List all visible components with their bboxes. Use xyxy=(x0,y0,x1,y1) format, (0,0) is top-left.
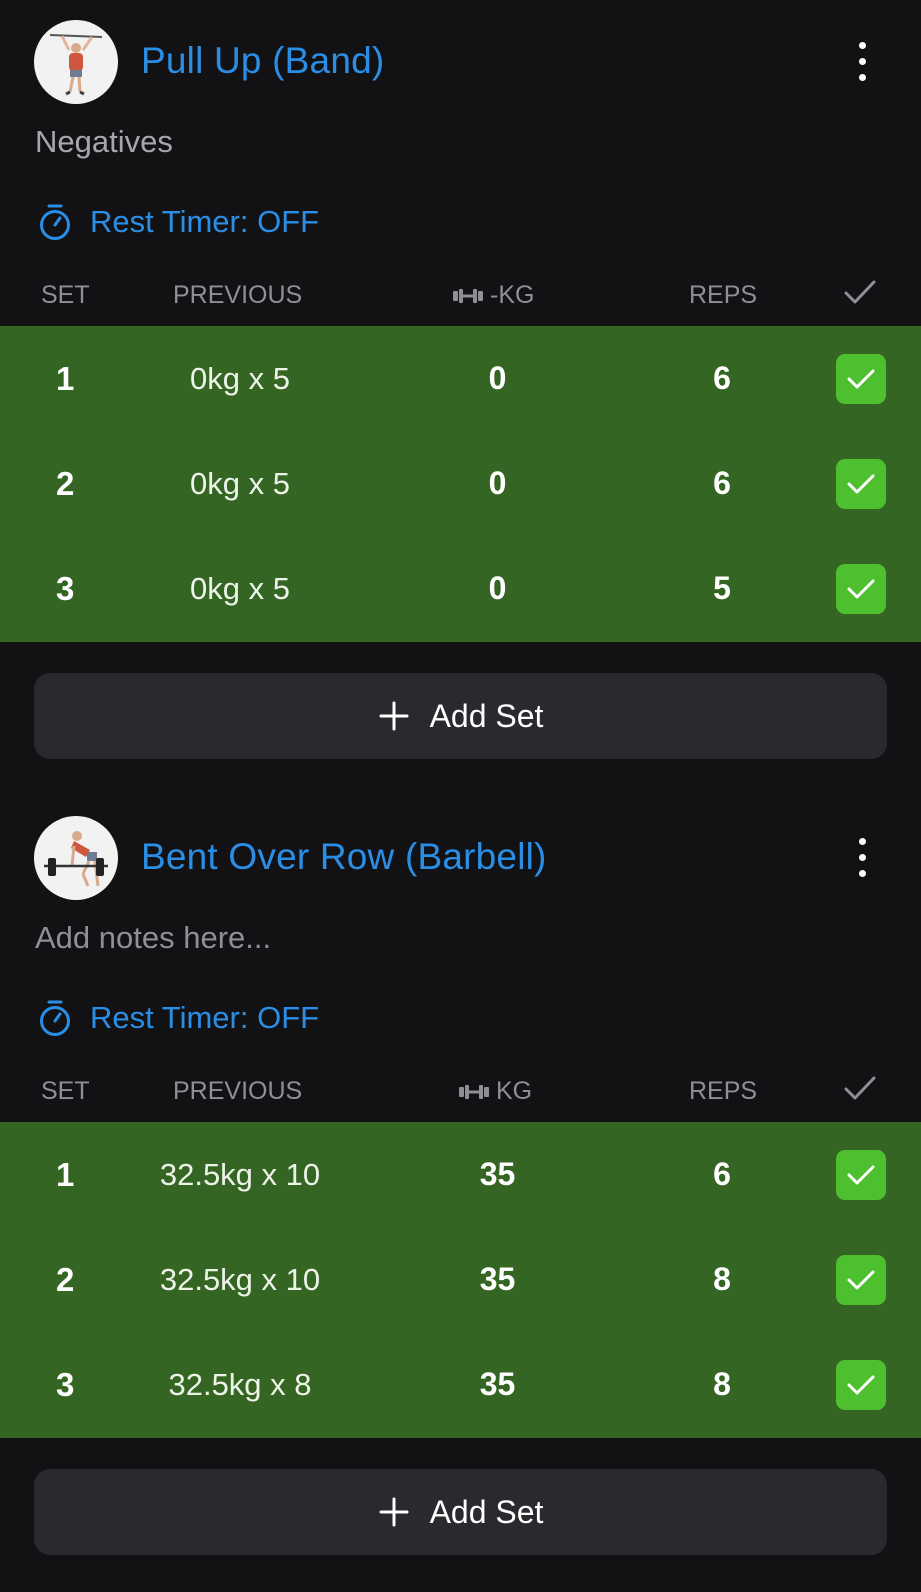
column-set: SET xyxy=(41,281,90,309)
set-complete-checkbox[interactable] xyxy=(836,1255,886,1305)
set-complete-checkbox[interactable] xyxy=(836,354,886,404)
stopwatch-icon xyxy=(40,204,70,240)
column-weight: KG xyxy=(458,1077,532,1106)
set-weight-input[interactable]: 0 xyxy=(430,431,565,536)
set-previous[interactable]: 32.5kg x 10 xyxy=(120,1122,360,1227)
set-reps-input[interactable]: 6 xyxy=(658,431,786,536)
set-number[interactable]: 3 xyxy=(40,1332,92,1437)
exercise-card-bent-over-row: Bent Over Row (Barbell) Add notes here..… xyxy=(0,798,921,1592)
sets-column-header: SET PREVIOUS KG REPS xyxy=(0,1071,921,1115)
column-weight-label: KG xyxy=(496,1077,533,1105)
set-weight-input[interactable]: 0 xyxy=(430,326,565,431)
set-previous[interactable]: 0kg x 5 xyxy=(120,326,360,431)
exercise-title[interactable]: Bent Over Row (Barbell) xyxy=(141,836,547,878)
exercise-card-pull-up: Pull Up (Band) Negatives Rest Timer: OFF… xyxy=(0,0,921,798)
set-row: 3 0kg x 5 0 5 xyxy=(0,536,921,641)
pull-up-illustration-icon xyxy=(49,34,103,96)
set-previous[interactable]: 0kg x 5 xyxy=(120,536,360,641)
add-set-label: Add Set xyxy=(429,697,544,734)
set-row: 2 0kg x 5 0 6 xyxy=(0,431,921,536)
set-previous[interactable]: 0kg x 5 xyxy=(120,431,360,536)
set-row: 1 0kg x 5 0 6 xyxy=(0,326,921,431)
exercise-thumbnail[interactable] xyxy=(34,20,118,104)
checkmark-icon xyxy=(844,280,876,304)
set-number[interactable]: 1 xyxy=(40,326,92,431)
stopwatch-icon xyxy=(40,1000,70,1036)
checkmark-icon xyxy=(847,1375,875,1395)
column-previous: PREVIOUS xyxy=(173,281,303,309)
set-row: 3 32.5kg x 8 35 8 xyxy=(0,1332,921,1437)
exercise-header: Pull Up (Band) xyxy=(0,0,921,124)
exercise-header: Bent Over Row (Barbell) xyxy=(0,798,921,922)
rest-timer-button[interactable]: Rest Timer: OFF xyxy=(38,998,319,1038)
dumbbell-icon xyxy=(453,288,483,303)
column-previous: PREVIOUS xyxy=(173,1077,303,1105)
add-set-button[interactable]: Add Set xyxy=(34,673,887,759)
more-vertical-icon[interactable] xyxy=(840,836,884,880)
checkmark-icon xyxy=(844,1076,876,1100)
exercise-notes[interactable]: Negatives xyxy=(35,124,173,160)
set-number[interactable]: 3 xyxy=(40,536,92,641)
set-number[interactable]: 1 xyxy=(40,1122,92,1227)
checkmark-icon xyxy=(847,579,875,599)
exercise-thumbnail[interactable] xyxy=(34,816,118,900)
exercise-title[interactable]: Pull Up (Band) xyxy=(141,40,384,82)
add-set-button[interactable]: Add Set xyxy=(34,1469,887,1555)
set-reps-input[interactable]: 8 xyxy=(658,1332,786,1437)
sets-column-header: SET PREVIOUS -KG REPS xyxy=(0,275,921,319)
add-set-label: Add Set xyxy=(429,1493,544,1530)
set-row: 2 32.5kg x 10 35 8 xyxy=(0,1227,921,1332)
column-reps: REPS xyxy=(689,281,758,309)
plus-icon xyxy=(379,701,409,731)
rest-timer-button[interactable]: Rest Timer: OFF xyxy=(38,202,319,242)
set-number[interactable]: 2 xyxy=(40,431,92,536)
checkmark-icon xyxy=(847,369,875,389)
set-weight-input[interactable]: 35 xyxy=(430,1122,565,1227)
set-weight-input[interactable]: 0 xyxy=(430,536,565,641)
set-reps-input[interactable]: 8 xyxy=(658,1227,786,1332)
checkmark-icon xyxy=(847,474,875,494)
sets-table: 1 0kg x 5 0 6 2 0kg x 5 0 6 3 0kg x 5 0 … xyxy=(0,326,921,642)
set-complete-checkbox[interactable] xyxy=(836,459,886,509)
set-reps-input[interactable]: 5 xyxy=(658,536,786,641)
set-reps-input[interactable]: 6 xyxy=(658,326,786,431)
set-reps-input[interactable]: 6 xyxy=(658,1122,786,1227)
set-row: 1 32.5kg x 10 35 6 xyxy=(0,1122,921,1227)
rest-timer-label: Rest Timer: OFF xyxy=(90,204,320,239)
checkmark-icon xyxy=(847,1165,875,1185)
set-weight-input[interactable]: 35 xyxy=(430,1227,565,1332)
bent-over-row-illustration-icon xyxy=(44,831,108,887)
set-previous[interactable]: 32.5kg x 8 xyxy=(120,1332,360,1437)
exercise-notes-input[interactable]: Add notes here... xyxy=(35,920,271,956)
dumbbell-icon xyxy=(459,1084,489,1099)
more-vertical-icon[interactable] xyxy=(840,40,884,84)
set-complete-checkbox[interactable] xyxy=(836,564,886,614)
column-weight: -KG xyxy=(452,281,534,310)
sets-table: 1 32.5kg x 10 35 6 2 32.5kg x 10 35 8 3 … xyxy=(0,1122,921,1438)
set-number[interactable]: 2 xyxy=(40,1227,92,1332)
set-complete-checkbox[interactable] xyxy=(836,1150,886,1200)
checkmark-icon xyxy=(847,1270,875,1290)
set-complete-checkbox[interactable] xyxy=(836,1360,886,1410)
column-set: SET xyxy=(41,1077,90,1105)
set-previous[interactable]: 32.5kg x 10 xyxy=(120,1227,360,1332)
rest-timer-label: Rest Timer: OFF xyxy=(90,1000,320,1035)
column-weight-label: -KG xyxy=(490,281,535,309)
set-weight-input[interactable]: 35 xyxy=(430,1332,565,1437)
column-reps: REPS xyxy=(689,1077,758,1105)
plus-icon xyxy=(379,1497,409,1527)
